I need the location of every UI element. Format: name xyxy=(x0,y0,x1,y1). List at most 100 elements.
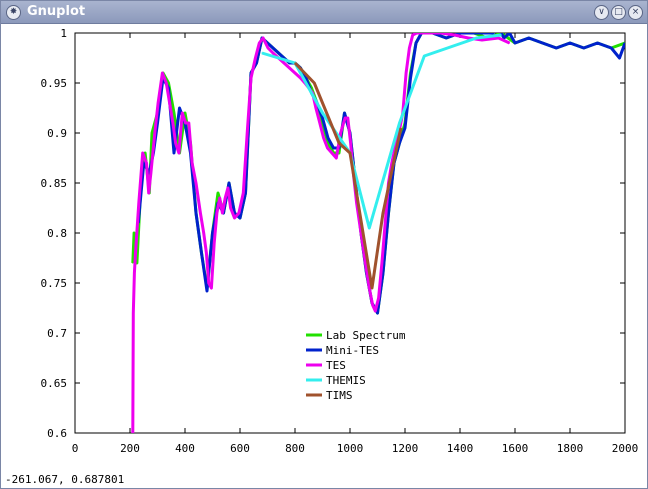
data-point xyxy=(343,112,346,114)
data-point xyxy=(150,172,152,174)
data-point xyxy=(169,102,171,104)
data-point xyxy=(216,212,218,214)
data-point xyxy=(255,62,258,64)
data-point xyxy=(144,152,146,154)
x-tick-label: 200 xyxy=(120,442,140,455)
data-point xyxy=(272,52,274,54)
data-point xyxy=(294,72,296,74)
data-point xyxy=(262,37,264,39)
data-point xyxy=(138,202,140,204)
data-point xyxy=(246,132,248,134)
data-point xyxy=(178,107,181,109)
plot-canvas[interactable]: 0 200 400 600 800 1000 1200 1400 1600 1800 2000 0.6… xyxy=(1,24,647,468)
data-point xyxy=(208,282,210,284)
data-point xyxy=(569,42,571,44)
data-point xyxy=(134,252,137,254)
minimize-button[interactable]: ∨ xyxy=(594,5,609,20)
legend-label: THEMIS xyxy=(326,374,366,387)
data-point xyxy=(412,34,414,36)
x-tick-label: 800 xyxy=(285,442,305,455)
data-point xyxy=(242,192,244,194)
data-point xyxy=(154,132,156,134)
data-point xyxy=(400,127,402,129)
data-point xyxy=(371,304,374,306)
x-tick-label: 1400 xyxy=(447,442,474,455)
data-point xyxy=(453,34,456,36)
data-point xyxy=(327,137,329,139)
y-tick-label: 0.9 xyxy=(47,127,67,140)
gnuplot-app-icon[interactable]: ✸ xyxy=(6,5,21,20)
data-point xyxy=(230,207,232,209)
x-tick-label: 1800 xyxy=(557,442,584,455)
data-point xyxy=(151,132,153,134)
data-point xyxy=(378,297,380,299)
data-point xyxy=(610,47,612,49)
data-point xyxy=(219,197,221,199)
data-point xyxy=(167,82,170,84)
data-point xyxy=(221,212,223,214)
data-point xyxy=(206,290,208,292)
data-point xyxy=(541,42,544,44)
data-point xyxy=(368,227,370,229)
data-point xyxy=(250,77,252,79)
x-tick-label: 2000 xyxy=(612,442,639,455)
plot-frame xyxy=(74,32,626,434)
data-point xyxy=(227,187,229,189)
data-point xyxy=(481,39,483,41)
data-point xyxy=(238,212,240,214)
data-point xyxy=(371,287,373,289)
data-point xyxy=(195,212,197,214)
data-point xyxy=(321,117,324,119)
gnuplot-window: ✸ Gnuplot ∨ □ × 0 200 400 600 800 1000 1200 140… xyxy=(0,0,648,489)
maximize-button[interactable]: □ xyxy=(611,5,626,20)
y-tick-label: 0.7 xyxy=(47,327,67,340)
data-point xyxy=(340,132,342,134)
data-point xyxy=(277,52,280,54)
data-point xyxy=(404,127,406,129)
data-point xyxy=(596,42,599,44)
data-point xyxy=(349,142,352,144)
data-point xyxy=(133,272,135,274)
close-button[interactable]: × xyxy=(628,5,643,20)
data-point xyxy=(200,252,203,254)
data-point xyxy=(213,242,215,244)
x-tick-label: 600 xyxy=(230,442,250,455)
data-point xyxy=(173,152,175,154)
data-point xyxy=(313,82,315,84)
data-point xyxy=(382,212,384,214)
data-point xyxy=(184,112,186,114)
data-point xyxy=(178,152,180,154)
data-point xyxy=(335,157,337,159)
legend-label: Lab Spectrum xyxy=(326,329,406,342)
data-point xyxy=(175,142,177,144)
data-point xyxy=(500,34,502,36)
data-point xyxy=(368,287,370,289)
data-point xyxy=(210,287,212,289)
data-point xyxy=(188,122,190,124)
data-point xyxy=(445,37,447,39)
data-point xyxy=(173,112,175,114)
data-point xyxy=(161,72,164,74)
data-point xyxy=(583,47,585,49)
data-point xyxy=(244,192,247,194)
data-point xyxy=(132,262,134,264)
status-coordinates: -261.067, 0.687801 xyxy=(5,473,125,486)
data-point xyxy=(514,42,516,44)
data-point xyxy=(381,262,383,264)
title-bar[interactable]: ✸ Gnuplot ∨ □ × xyxy=(1,1,647,24)
data-point xyxy=(415,42,417,44)
y-tick-label: 0.6 xyxy=(47,427,67,440)
data-point xyxy=(326,147,329,149)
data-point xyxy=(294,62,296,64)
x-tick-label: 1000 xyxy=(337,442,364,455)
data-point xyxy=(233,217,236,219)
y-tick-label: 1 xyxy=(60,27,67,40)
data-point xyxy=(376,312,379,314)
data-point xyxy=(349,152,351,154)
data-point xyxy=(323,137,325,139)
data-point xyxy=(387,212,390,214)
data-point xyxy=(272,47,274,49)
data-point xyxy=(288,67,291,69)
data-point xyxy=(211,232,214,234)
y-tick-label: 0.95 xyxy=(41,77,68,90)
